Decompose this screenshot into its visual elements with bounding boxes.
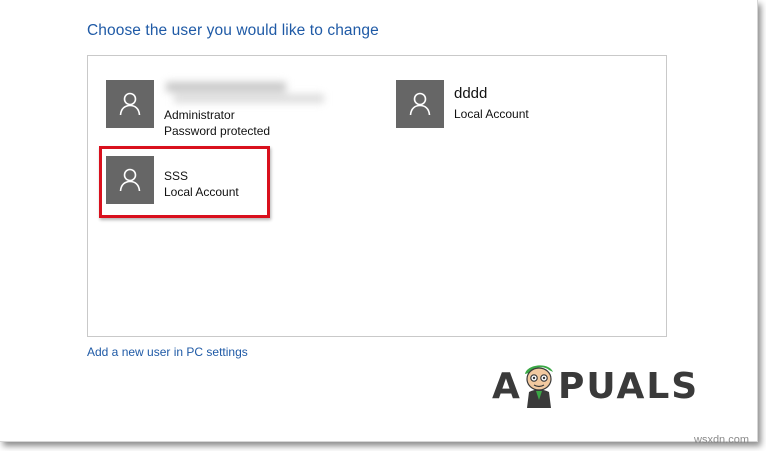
mascot-icon bbox=[525, 365, 553, 408]
add-user-link[interactable]: Add a new user in PC settings bbox=[87, 345, 248, 359]
user-name-obscured bbox=[164, 80, 334, 108]
person-icon bbox=[409, 92, 431, 116]
logo-text-right: PUALS bbox=[558, 366, 700, 407]
person-icon bbox=[119, 92, 141, 116]
user-avatar bbox=[396, 80, 444, 128]
watermark: wsxdn.com bbox=[694, 434, 750, 446]
user-item-dddd[interactable]: dddd Local Account bbox=[396, 80, 596, 128]
logo-text-left: A bbox=[492, 366, 522, 407]
user-status: Password protected bbox=[164, 124, 271, 138]
highlight-box bbox=[99, 146, 270, 218]
user-type: Administrator bbox=[164, 108, 235, 122]
user-type: Local Account bbox=[454, 107, 529, 121]
user-item-administrator[interactable]: Administrator Password protected bbox=[106, 80, 336, 138]
user-avatar bbox=[106, 80, 154, 128]
appuals-logo: A PUALS bbox=[492, 360, 702, 410]
page-title: Choose the user you would like to change bbox=[87, 22, 379, 39]
control-panel-window: Choose the user you would like to change… bbox=[0, 0, 758, 442]
user-name: dddd bbox=[454, 85, 488, 102]
